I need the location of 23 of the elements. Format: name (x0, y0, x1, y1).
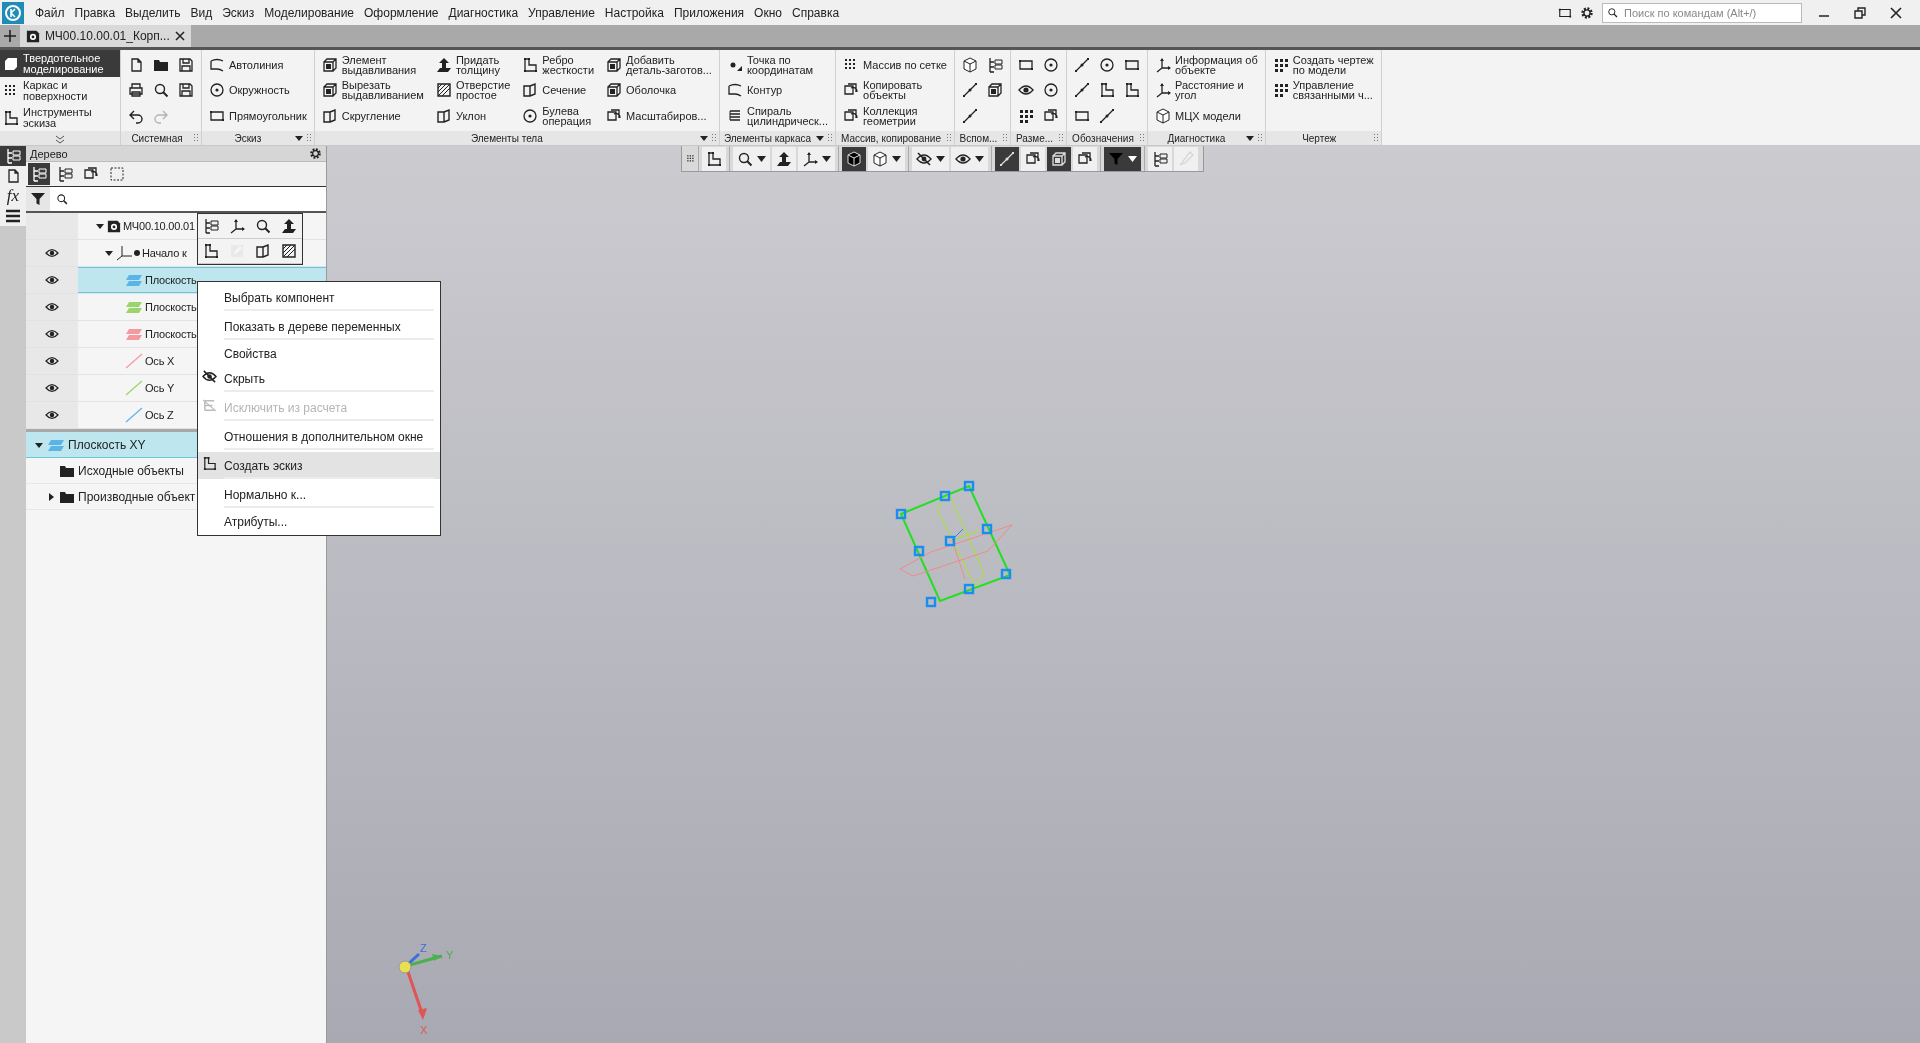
group-label: Разме... (1014, 132, 1055, 144)
tree-item-label: МЧ00.10.00.01 (123, 220, 195, 232)
group-label: Вспом... (958, 132, 999, 144)
tree-item-label: Плоскость (145, 274, 197, 286)
tree-item-label: Плоскость (145, 328, 197, 340)
panel-title: Дерево (30, 147, 68, 160)
group-label: Элементы тела (469, 132, 544, 144)
tree-item-label: Ось Z (145, 409, 174, 421)
tree-item-label: Начало к (142, 247, 187, 259)
tree-item-label: Плоскость (145, 301, 197, 313)
tree-item-label: Ось Y (145, 382, 175, 394)
axis-triad-drawing: Z Y X (396, 942, 466, 1037)
group-label: Эскиз (233, 132, 263, 144)
group-label: Чертеж (1301, 132, 1338, 144)
group-label: Системная (130, 132, 184, 144)
tree-item-label: Производные объект (78, 489, 196, 504)
tree-item-label: Ось X (145, 355, 175, 367)
group-label: Элементы каркаса (722, 132, 813, 144)
group-label: Обозначения (1071, 132, 1135, 144)
tree-item-label: Исходные объекты (78, 463, 184, 478)
group-label: Массив, копирование (839, 132, 943, 144)
group-label: Диагностика (1166, 132, 1227, 144)
tree-item-label: Плоскость XY (68, 437, 146, 452)
